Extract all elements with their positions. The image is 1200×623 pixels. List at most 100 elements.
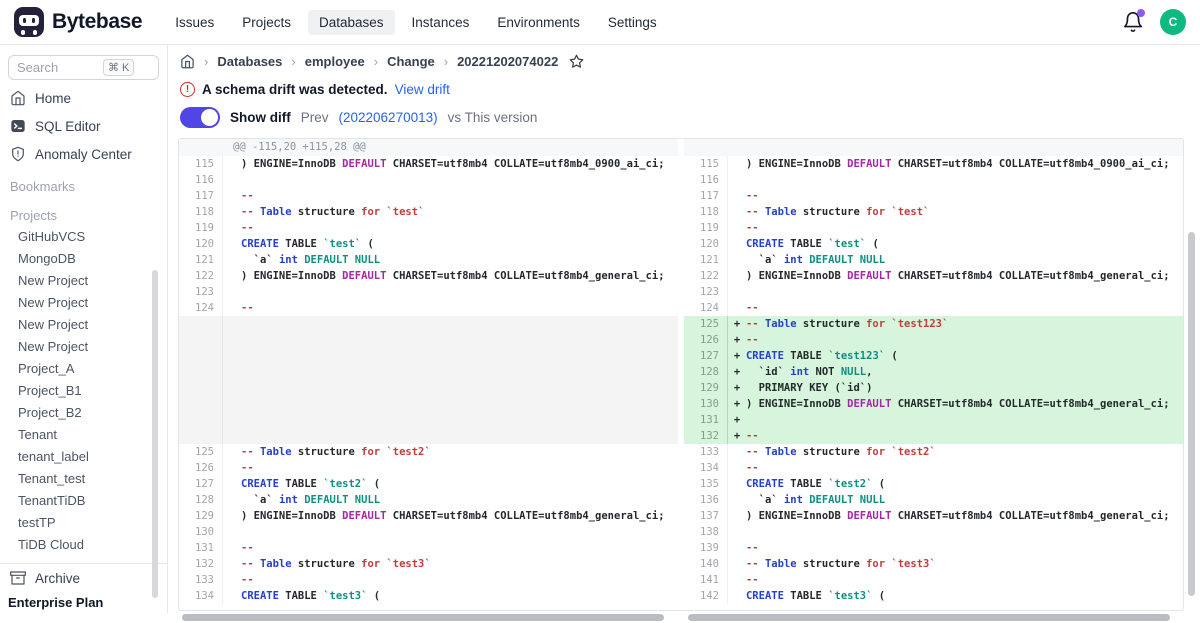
line-number: 116	[684, 172, 728, 188]
diff-row: 132+--	[179, 428, 1183, 444]
bytebase-logo[interactable]: Bytebase	[14, 7, 142, 37]
line-number	[179, 332, 223, 348]
show-diff-toggle[interactable]	[180, 107, 220, 128]
project-item[interactable]: Project_B1	[0, 380, 167, 402]
notification-dot	[1137, 9, 1145, 17]
line-number: 126	[179, 460, 223, 476]
code-text: ) ENGINE=InnoDB DEFAULT CHARSET=utf8mb4 …	[241, 268, 665, 284]
breadcrumb-item-change[interactable]: Change	[387, 54, 435, 69]
diff-row: 132-- Table structure for `test3`140-- T…	[179, 556, 1183, 572]
code-text: --	[746, 428, 759, 444]
prev-version-link[interactable]: (202206270013)	[339, 110, 438, 125]
code-text: `a` int DEFAULT NULL	[241, 492, 380, 508]
sidebar: ⌘ K HomeSQL EditorAnomaly Center Bookmar…	[0, 45, 168, 613]
project-item[interactable]: Project_A	[0, 358, 167, 380]
diff-marker	[728, 524, 746, 540]
archive-icon	[10, 570, 26, 586]
diff-row: 134CREATE TABLE `test3` (142CREATE TABLE…	[179, 588, 1183, 604]
diff-line: 140-- Table structure for `test3`	[684, 556, 1183, 572]
diff-marker	[223, 204, 241, 220]
project-item[interactable]: testTP	[0, 512, 167, 534]
nav-item-settings[interactable]: Settings	[597, 10, 668, 35]
diff-marker	[223, 236, 241, 252]
diff-line	[179, 316, 678, 332]
nav-item-projects[interactable]: Projects	[231, 10, 302, 35]
line-number: 129	[684, 380, 728, 396]
notifications-button[interactable]	[1122, 11, 1144, 33]
diff-marker	[728, 460, 746, 476]
diff-line: 129+ PRIMARY KEY (`id`)	[684, 380, 1183, 396]
left-pane-hscrollbar-thumb[interactable]	[182, 614, 664, 621]
diff-line: 131+	[684, 412, 1183, 428]
line-number: 118	[684, 204, 728, 220]
project-item[interactable]: New Project	[0, 270, 167, 292]
sidebar-scrollbar[interactable]	[152, 270, 158, 598]
view-drift-link[interactable]: View drift	[395, 82, 450, 97]
code-text: CREATE TABLE `test3` (	[241, 588, 380, 604]
project-item[interactable]: Project_B2	[0, 402, 167, 424]
main-content: ›Databases›employee›Change›2022120207402…	[168, 45, 1200, 613]
project-item[interactable]: GitHubVCS	[0, 226, 167, 248]
project-item[interactable]: Tenant	[0, 424, 167, 446]
code-text: `a` int DEFAULT NULL	[746, 492, 885, 508]
right-pane-hscrollbar-thumb[interactable]	[688, 614, 1170, 621]
diff-marker	[223, 492, 241, 508]
diff-hunk-header-text: @@ -115,20 +115,28 @@	[179, 139, 678, 156]
show-diff-label: Show diff	[230, 110, 291, 125]
sidebar-item-home[interactable]: Home	[0, 84, 167, 112]
avatar[interactable]: C	[1160, 9, 1186, 35]
line-number: 142	[684, 588, 728, 604]
search-input[interactable]	[17, 60, 103, 75]
anomaly-center-icon	[10, 146, 26, 162]
diff-hunk-header-right	[684, 139, 1183, 156]
diff-line: 133--	[179, 572, 678, 588]
nav-item-databases[interactable]: Databases	[308, 10, 395, 35]
breadcrumb: ›Databases›employee›Change›2022120207402…	[180, 54, 584, 69]
code-text: -- Table structure for `test123`	[746, 316, 948, 332]
breadcrumb-item-employee[interactable]: employee	[305, 54, 365, 69]
breadcrumb-home-icon[interactable]	[180, 54, 195, 69]
project-item[interactable]: New Project	[0, 292, 167, 314]
diff-row: 116116	[179, 172, 1183, 188]
diff-line: 139--	[684, 540, 1183, 556]
diff-row: 128 `a` int DEFAULT NULL136 `a` int DEFA…	[179, 492, 1183, 508]
code-text: --	[241, 572, 254, 588]
diff-line: 134CREATE TABLE `test3` (	[179, 588, 678, 604]
sidebar-item-anomaly-center[interactable]: Anomaly Center	[0, 140, 167, 168]
diff-vertical-scrollbar[interactable]	[1188, 232, 1195, 596]
sidebar-item-sql-editor[interactable]: SQL Editor	[0, 112, 167, 140]
code-text: ) ENGINE=InnoDB DEFAULT CHARSET=utf8mb4 …	[746, 508, 1170, 524]
nav-item-issues[interactable]: Issues	[164, 10, 225, 35]
diff-row: 122) ENGINE=InnoDB DEFAULT CHARSET=utf8m…	[179, 268, 1183, 284]
nav-item-instances[interactable]: Instances	[401, 10, 481, 35]
project-item[interactable]: New Project	[0, 336, 167, 358]
project-item[interactable]: TiDB Cloud	[0, 534, 167, 556]
star-icon[interactable]	[569, 54, 584, 69]
project-item[interactable]: Tenant_test	[0, 468, 167, 490]
diff-row: 120CREATE TABLE `test` (120CREATE TABLE …	[179, 236, 1183, 252]
diff-marker	[728, 444, 746, 460]
breadcrumb-item-20221202074022[interactable]: 20221202074022	[457, 54, 558, 69]
project-item[interactable]: TenantTiDB	[0, 490, 167, 512]
project-item[interactable]: New Project	[0, 314, 167, 336]
diff-row: 124--124--	[179, 300, 1183, 316]
diff-line: 130	[179, 524, 678, 540]
diff-line: 142CREATE TABLE `test3` (	[684, 588, 1183, 604]
line-number: 124	[179, 300, 223, 316]
line-number: 119	[179, 220, 223, 236]
line-number: 119	[684, 220, 728, 236]
diff-line: 123	[179, 284, 678, 300]
line-number: 120	[684, 236, 728, 252]
project-item[interactable]: tenant_label	[0, 446, 167, 468]
project-item[interactable]: MongoDB	[0, 248, 167, 270]
diff-marker	[223, 364, 241, 380]
sidebar-item-label: Anomaly Center	[35, 147, 132, 162]
breadcrumb-item-databases[interactable]: Databases	[217, 54, 282, 69]
diff-line: 115) ENGINE=InnoDB DEFAULT CHARSET=utf8m…	[684, 156, 1183, 172]
diff-line: 115) ENGINE=InnoDB DEFAULT CHARSET=utf8m…	[179, 156, 678, 172]
schema-drift-alert: ! A schema drift was detected. View drif…	[180, 82, 450, 97]
diff-marker	[728, 588, 746, 604]
line-number: 131	[179, 540, 223, 556]
sidebar-item-archive[interactable]: Archive	[0, 563, 167, 592]
nav-item-environments[interactable]: Environments	[486, 10, 591, 35]
